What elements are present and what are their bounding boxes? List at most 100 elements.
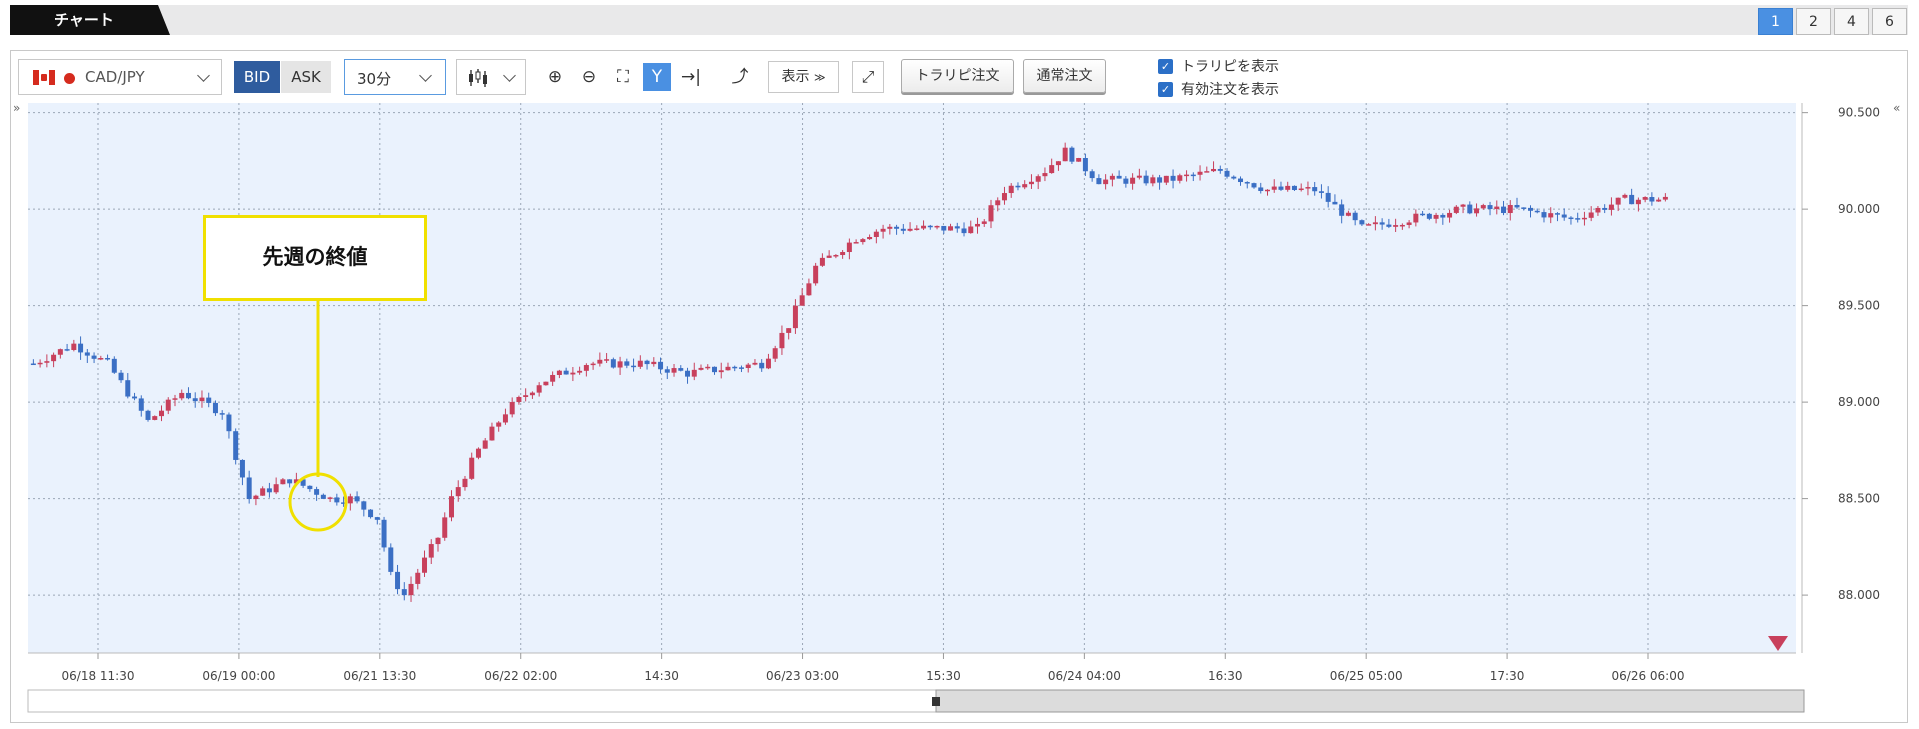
candle-body [408, 583, 414, 596]
candle-body [1305, 187, 1311, 189]
candle-body [617, 361, 623, 368]
scroll-handle-icon[interactable] [932, 697, 940, 706]
x-tick-label: 06/21 13:30 [343, 669, 416, 683]
candle-body [1406, 222, 1412, 225]
candle-body [759, 362, 765, 369]
candle-body [1352, 212, 1358, 221]
candle-body [1581, 217, 1587, 220]
candle-body [705, 366, 711, 369]
candle-body [1642, 197, 1648, 200]
candle-body [37, 362, 43, 365]
candle-body [179, 392, 185, 399]
candle-body [590, 363, 596, 366]
scrollbar-thumb[interactable] [935, 689, 1805, 713]
candle-body [401, 589, 407, 596]
candle-body [199, 397, 205, 402]
candle-body [610, 359, 616, 368]
candle-body [374, 517, 380, 520]
candle-body [307, 485, 313, 490]
candle-body [381, 519, 387, 548]
collapse-left-icon[interactable]: » [13, 101, 20, 115]
candle-body [1278, 186, 1284, 190]
candle-body [1312, 187, 1318, 192]
candle-body [1055, 161, 1061, 166]
candle-body [1662, 196, 1668, 200]
candle-body [1649, 197, 1655, 202]
candle-body [786, 328, 792, 333]
candle-body [516, 397, 522, 403]
candle-body [428, 544, 434, 558]
candle-body [165, 399, 171, 411]
candle-body [1184, 174, 1190, 177]
candle-body [637, 360, 643, 367]
scrollbar-track[interactable] [27, 689, 937, 713]
candle-body [57, 349, 63, 355]
candle-body [887, 226, 893, 229]
candle-body [1197, 171, 1203, 175]
candle-body [995, 200, 1001, 206]
candle-body [260, 488, 266, 496]
candle-body [233, 431, 239, 460]
candle-body [1480, 205, 1486, 209]
candle-body [941, 225, 947, 231]
candle-body [604, 359, 610, 361]
candle-body [536, 385, 542, 393]
candle-body [745, 364, 751, 369]
candle-body [543, 381, 549, 386]
candle-body [132, 396, 138, 399]
candle-body [1028, 181, 1034, 185]
x-tick-label: 14:30 [644, 669, 679, 683]
candle-body [752, 362, 758, 365]
candle-body [388, 547, 394, 572]
candle-body [347, 496, 353, 504]
candle-body [206, 397, 212, 403]
candle-body [1635, 199, 1641, 205]
candle-body [860, 239, 866, 243]
candle-body [1062, 147, 1068, 162]
candle-body [1082, 158, 1088, 172]
candle-body [1345, 212, 1351, 216]
candle-body [900, 228, 906, 231]
candle-body [765, 358, 771, 369]
candle-body [698, 367, 704, 370]
candle-body [853, 242, 859, 244]
candle-body [64, 349, 70, 351]
candle-body [1426, 213, 1432, 219]
y-tick-label: 88.000 [1838, 588, 1880, 602]
candle-body [819, 257, 825, 266]
x-tick-label: 06/25 05:00 [1330, 669, 1403, 683]
candle-body [1521, 207, 1527, 209]
candle-body [1130, 177, 1136, 184]
candle-body [1096, 178, 1102, 185]
collapse-right-icon[interactable]: « [1893, 101, 1900, 115]
candle-body [1015, 185, 1021, 188]
candle-body [1595, 207, 1601, 213]
candle-body [1157, 177, 1163, 183]
price-chart[interactable]: 90.500 90.000 89.500 89.000 88.500 88.000 06/… [0, 0, 1919, 729]
candle-body [1339, 204, 1345, 216]
candle-body [1190, 174, 1196, 177]
candle-body [671, 368, 677, 373]
candle-body [489, 426, 495, 441]
candle-body [1413, 213, 1419, 223]
candle-body [159, 410, 165, 417]
candle-body [1238, 178, 1244, 183]
candle-body [469, 457, 475, 479]
candle-body [125, 380, 131, 397]
y-tick-label: 90.000 [1838, 202, 1880, 216]
candle-body [91, 355, 97, 359]
candle-body [172, 398, 178, 400]
candle-body [1001, 193, 1007, 201]
candle-body [185, 392, 191, 399]
candle-body [442, 517, 448, 538]
candle-body [1527, 207, 1533, 211]
candle-body [1474, 208, 1480, 214]
x-tick-label: 06/22 02:00 [484, 669, 557, 683]
candle-body [152, 416, 158, 420]
candle-body [914, 228, 920, 230]
candle-body [691, 369, 697, 377]
candle-body [846, 242, 852, 253]
candle-body [1022, 184, 1028, 188]
candle-body [253, 495, 259, 500]
candle-body [961, 228, 967, 234]
